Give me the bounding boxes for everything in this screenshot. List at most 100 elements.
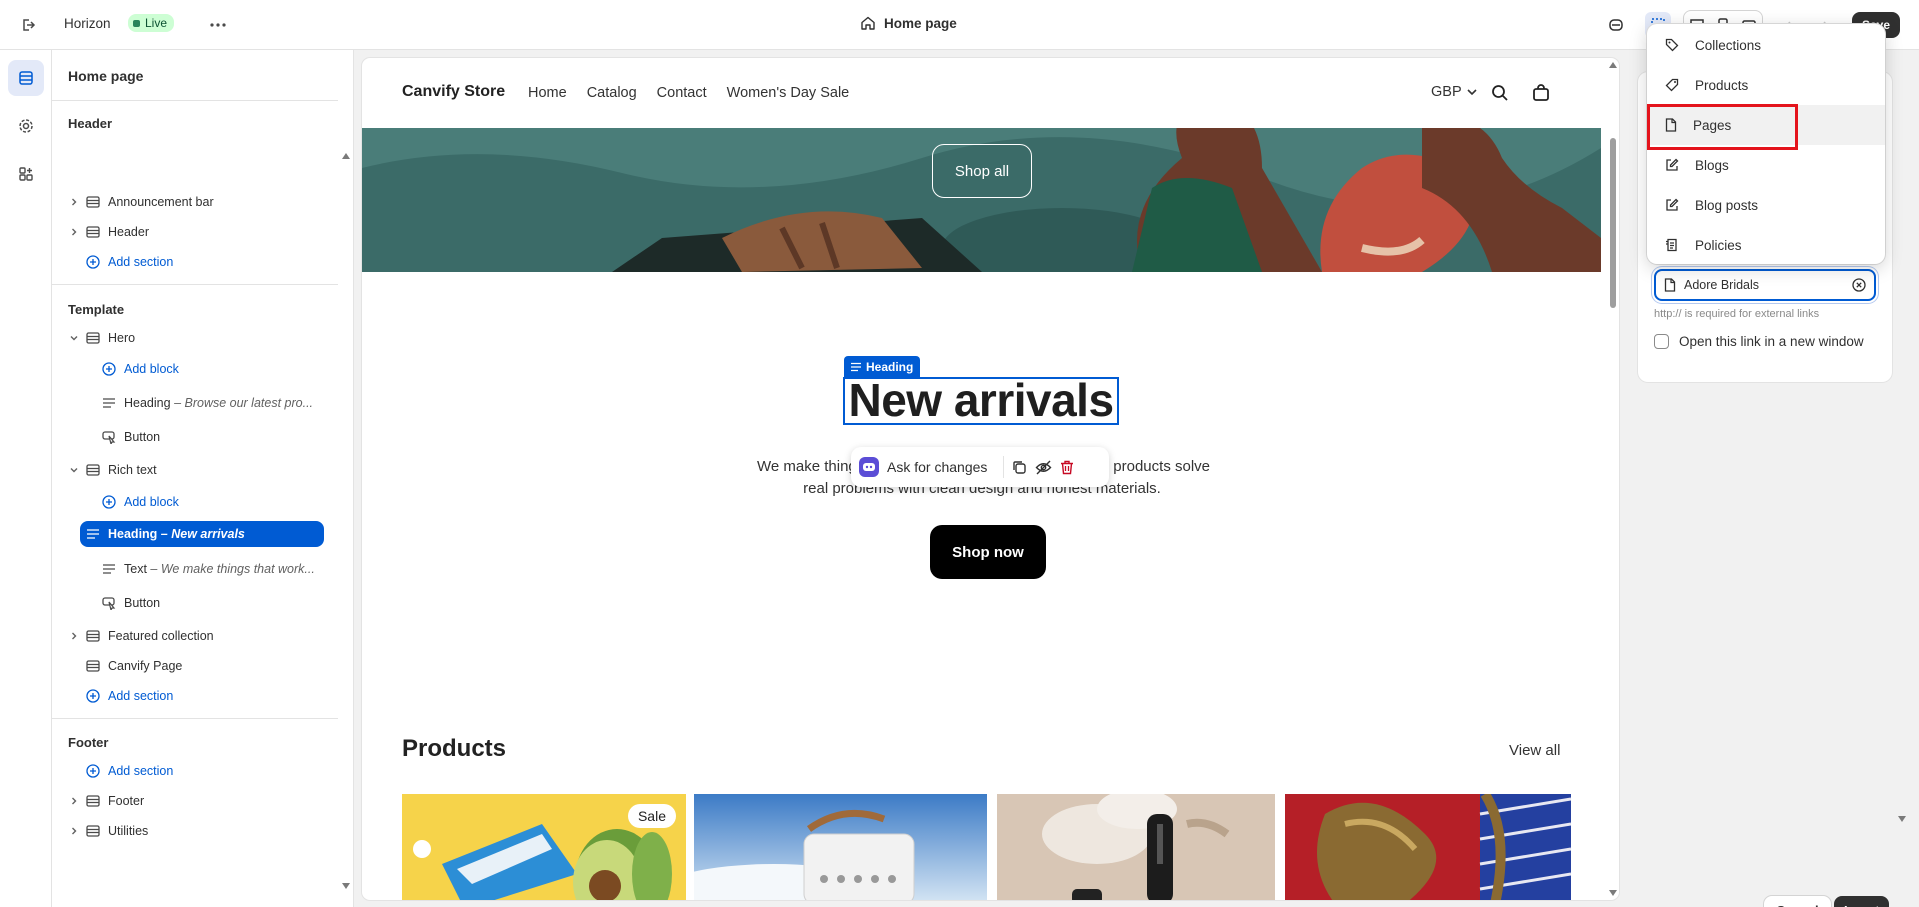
divider (52, 100, 338, 101)
product-card-image[interactable] (694, 794, 987, 900)
shop-all-button[interactable]: Shop all (932, 144, 1032, 198)
block-sublabel: – Browse our latest pro... (174, 396, 314, 410)
divider (52, 284, 338, 285)
chevron-right-icon[interactable] (66, 198, 82, 206)
text-align-icon (82, 528, 104, 540)
panel-scroll-down-icon[interactable] (1897, 815, 1907, 823)
section-featured-collection[interactable]: Featured collection (66, 623, 324, 649)
currency-selector[interactable]: GBP (1431, 84, 1477, 100)
section-rich-text[interactable]: Rich text (66, 457, 324, 483)
clear-x-circle-icon[interactable] (1852, 278, 1866, 292)
dropdown-option-policies[interactable]: Policies (1647, 225, 1885, 265)
divider (52, 718, 338, 719)
section-label: Announcement bar (108, 195, 214, 209)
block-rich-text-heading[interactable]: Heading – New arrivals (80, 521, 324, 547)
ask-for-changes-button[interactable]: Ask for changes (887, 459, 987, 475)
sidekick-icon[interactable] (1603, 12, 1629, 38)
section-hero[interactable]: Hero (66, 325, 324, 351)
nav-link-home[interactable]: Home (528, 85, 567, 101)
nav-link-contact[interactable]: Contact (657, 85, 707, 101)
hero-banner: Shop all (362, 128, 1601, 272)
page-selector[interactable]: Home page (860, 15, 957, 31)
product-card-image[interactable] (1285, 794, 1571, 900)
block-rich-text-text[interactable]: Text – We make things that work... (66, 556, 324, 582)
new-window-option[interactable]: Open this link in a new window (1654, 334, 1864, 349)
add-section-footer[interactable]: Add section (66, 758, 324, 784)
block-hero-heading[interactable]: Heading – Browse our latest pro... (66, 390, 324, 416)
chevron-right-icon[interactable] (66, 797, 82, 805)
plus-circle-icon (82, 689, 104, 703)
section-canvify-page[interactable]: Canvify Page (66, 653, 324, 679)
section-label: Utilities (108, 824, 149, 838)
block-rich-text-button[interactable]: Button (66, 590, 324, 616)
section-header[interactable]: Header (66, 219, 324, 245)
view-all-link[interactable]: View all (1509, 742, 1560, 759)
product-image-humidifier-box (694, 794, 987, 900)
currency-label: GBP (1431, 84, 1462, 100)
cancel-button[interactable]: Cancel (1764, 896, 1831, 907)
section-label: Footer (108, 794, 145, 808)
link-url-input[interactable]: Adore Bridals (1654, 269, 1876, 301)
plus-circle-icon (82, 255, 104, 269)
footer-group-title: Footer (68, 735, 109, 750)
preview-scrollbar[interactable] (1607, 58, 1619, 900)
dropdown-option-collections[interactable]: Collections (1647, 25, 1885, 65)
settings-gear-icon[interactable] (8, 108, 44, 144)
dropdown-option-products[interactable]: Products (1647, 65, 1885, 105)
plus-circle-icon (82, 764, 104, 778)
duplicate-icon[interactable] (1012, 460, 1027, 475)
sections-sidebar: Home page Header Announcement bar Header… (52, 50, 354, 907)
delete-trash-icon[interactable] (1060, 460, 1074, 475)
tag-icon (1665, 38, 1679, 52)
insert-button[interactable]: Insert (1834, 896, 1890, 907)
add-block-rich-text[interactable]: Add block (66, 489, 324, 515)
nav-link-catalog[interactable]: Catalog (587, 85, 637, 101)
button-cursor-icon (98, 596, 120, 610)
sections-icon[interactable] (8, 60, 44, 96)
add-section-header[interactable]: Add section (66, 249, 324, 275)
add-section-template[interactable]: Add section (66, 683, 324, 709)
cart-bag-icon[interactable] (1532, 83, 1550, 102)
section-footer[interactable]: Footer (66, 788, 324, 814)
exit-icon[interactable] (15, 12, 41, 38)
add-block-label: Add block (124, 362, 179, 376)
section-utilities[interactable]: Utilities (66, 818, 324, 844)
option-label: Blogs (1695, 157, 1729, 173)
add-block-hero[interactable]: Add block (66, 356, 324, 382)
option-label: Products (1695, 77, 1749, 93)
dropdown-option-blogs[interactable]: Blogs (1647, 145, 1885, 185)
block-hero-button[interactable]: Button (66, 424, 324, 450)
hide-eye-slash-icon[interactable] (1035, 460, 1052, 475)
chevron-down-icon[interactable] (66, 334, 82, 342)
chevron-right-icon[interactable] (66, 228, 82, 236)
sidebar-scrollbar[interactable] (341, 100, 351, 895)
search-icon[interactable] (1491, 84, 1509, 102)
blog-post-edit-icon (1666, 198, 1679, 211)
text-align-icon (98, 397, 120, 409)
chevron-right-icon[interactable] (66, 632, 82, 640)
chevron-down-icon[interactable] (66, 466, 82, 474)
blog-edit-icon (1666, 158, 1679, 171)
product-image-diffuser (997, 794, 1275, 900)
section-layout-icon (82, 463, 104, 477)
header-group-title: Header (68, 116, 113, 131)
chevron-right-icon[interactable] (66, 827, 82, 835)
theme-name: Horizon (64, 16, 111, 31)
products-section-title: Products (402, 735, 507, 762)
shop-now-button[interactable]: Shop now (930, 525, 1046, 579)
apps-icon[interactable] (8, 156, 44, 192)
store-name[interactable]: Canvify Store (402, 83, 505, 101)
plus-circle-icon (98, 362, 120, 376)
option-label: Blog posts (1695, 197, 1759, 213)
product-card-image[interactable] (997, 794, 1275, 900)
store-nav: Home Catalog Contact Women's Day Sale (528, 85, 849, 101)
more-icon[interactable] (205, 12, 231, 38)
sidekick-avatar-icon[interactable] (859, 457, 879, 477)
nav-link-womens-day-sale[interactable]: Women's Day Sale (727, 85, 850, 101)
section-announcement-bar[interactable]: Announcement bar (66, 189, 324, 215)
rich-text-heading[interactable]: New arrivals (844, 377, 1118, 423)
product-card-image[interactable]: Sale (402, 794, 686, 900)
dropdown-option-blog-posts[interactable]: Blog posts (1647, 185, 1885, 225)
block-label: Heading (124, 396, 171, 410)
new-window-checkbox[interactable] (1654, 334, 1669, 349)
